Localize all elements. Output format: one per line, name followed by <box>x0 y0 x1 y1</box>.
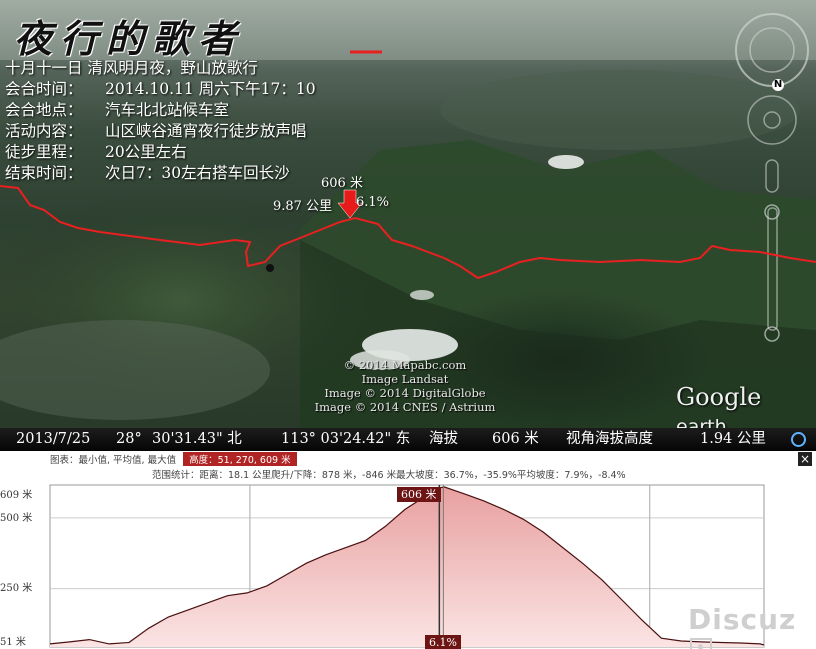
info-label: 活动内容： <box>5 122 83 140</box>
info-value: 汽车北北站候车室 <box>105 101 230 119</box>
pin-elevation-label: 606 米 <box>321 176 363 191</box>
cursor-slope-tag: 6.1% <box>425 635 461 649</box>
imagery-credits: © 2014 Mapabc.com Image Landsat Image © … <box>310 358 500 414</box>
far-hills <box>440 70 800 150</box>
poster-title: 夜行的歌者 <box>14 16 245 61</box>
info-value: 山区峡谷通宵夜行徒步放声唱 <box>105 122 307 140</box>
pin-slope-label: 6.1% <box>356 195 390 210</box>
info-line-meet-time: 会合时间： 2014.10.11 周六下午17：10 <box>5 79 316 100</box>
elevation-label: 海拔 <box>429 431 458 447</box>
google-earth-window: 夜行的歌者 十月十一日 清风明月夜，野山放歌行 会合时间： 2014.10.11… <box>0 0 816 649</box>
north-letter: N <box>773 79 783 90</box>
coordinates-status-bar: 2013/7/25 28° 30'31.43" 北 113° 03'24.42"… <box>0 428 816 451</box>
info-line-end-time: 结束时间： 次日7：30左右搭车回长沙 <box>5 163 316 184</box>
info-line-meet-place: 会合地点： 汽车北北站候车室 <box>5 100 316 121</box>
info-label: 结束时间： <box>5 164 83 182</box>
track-endpoint[interactable] <box>266 264 274 272</box>
satellite-map-view[interactable]: 夜行的歌者 十月十一日 清风明月夜，野山放歌行 会合时间： 2014.10.11… <box>0 0 816 428</box>
latitude-degrees: 28° <box>116 431 142 447</box>
info-label: 会合地点： <box>5 101 83 119</box>
logo-earth: earth <box>676 416 727 428</box>
logo-google: Google <box>676 383 762 411</box>
eye-altitude-label: 视角海拔高度 <box>566 431 653 447</box>
longitude: 113° 03'24.42" 东 <box>281 431 411 447</box>
google-earth-logo: Google earth <box>676 383 816 428</box>
cloud <box>548 155 584 169</box>
credit-line: Image © 2014 CNES / Astrium <box>314 400 496 414</box>
info-text: 十月十一日 清风明月夜，野山放歌行 <box>5 59 258 77</box>
info-value: 20公里左右 <box>105 143 187 161</box>
discuz-watermark: Discuz! <box>688 603 816 649</box>
imagery-date: 2013/7/25 <box>16 431 91 447</box>
pin-distance-label: 9.87 公里 <box>273 199 333 214</box>
watermark-bang: ! <box>690 638 712 649</box>
event-info-block: 十月十一日 清风明月夜，野山放歌行 会合时间： 2014.10.11 周六下午1… <box>5 58 316 184</box>
info-line-distance: 徒步里程： 20公里左右 <box>5 142 316 163</box>
latitude-minutes: 30'31.43" 北 <box>152 431 242 447</box>
eye-altitude-value: 1.94 公里 <box>700 431 766 447</box>
credit-line: Image © 2014 DigitalGlobe <box>324 386 486 400</box>
credit-line: © 2014 Mapabc.com <box>343 358 467 372</box>
streaming-globe-icon <box>791 432 806 447</box>
cursor-elevation-tag: 606 米 <box>397 487 441 502</box>
street-view-pegman-icon[interactable] <box>765 159 779 193</box>
info-label: 徒步里程： <box>5 143 83 161</box>
cloud <box>410 290 434 300</box>
info-line-date: 十月十一日 清风明月夜，野山放歌行 <box>5 58 316 79</box>
info-label: 会合时间： <box>5 80 83 98</box>
info-value: 次日7：30左右搭车回长沙 <box>105 164 290 182</box>
elevation-value: 606 米 <box>492 431 539 447</box>
watermark-text: Discuz <box>688 603 797 636</box>
credit-line: Image Landsat <box>361 372 449 386</box>
info-line-activity: 活动内容： 山区峡谷通宵夜行徒步放声唱 <box>5 121 316 142</box>
info-value: 2014.10.11 周六下午17：10 <box>105 80 316 98</box>
